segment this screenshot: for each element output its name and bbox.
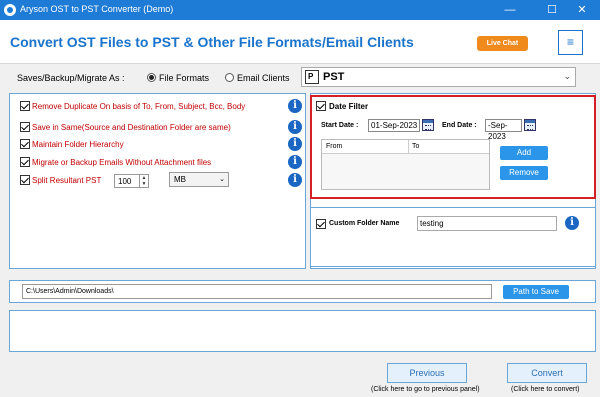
previous-button[interactable]: Previous: [387, 363, 467, 383]
remove-date-button[interactable]: Remove: [500, 166, 548, 180]
end-date-input[interactable]: -Sep-2023: [485, 119, 522, 141]
date-filter-label: Date Filter: [329, 102, 369, 111]
custom-folder-checkbox[interactable]: [316, 219, 326, 229]
info-icon[interactable]: i: [565, 216, 579, 230]
date-filter-checkbox[interactable]: [316, 101, 326, 111]
minimize-button[interactable]: —: [492, 0, 528, 20]
file-formats-label: File Formats: [159, 73, 210, 83]
app-header: Convert OST Files to PST & Other File Fo…: [0, 20, 600, 64]
stepper-arrows-icon[interactable]: ▲ ▼: [139, 175, 148, 187]
split-pst-label: Split Resultant PST: [32, 176, 102, 185]
app-logo-icon: [4, 4, 16, 16]
start-date-input[interactable]: 01-Sep-2023: [368, 119, 420, 132]
destination-path-input[interactable]: C:\Users\Admin\Downloads\: [22, 284, 492, 299]
without-attachment-label: Migrate or Backup Emails Without Attachm…: [32, 158, 212, 167]
info-icon[interactable]: i: [288, 99, 302, 113]
from-column-header: From: [326, 143, 343, 150]
convert-button[interactable]: Convert: [507, 363, 587, 383]
window-title: Aryson OST to PST Converter (Demo): [20, 4, 174, 14]
custom-folder-input[interactable]: testing: [417, 216, 557, 231]
info-icon[interactable]: i: [288, 137, 302, 151]
split-unit-dropdown[interactable]: MB ⌄: [169, 172, 229, 187]
custom-folder-label: Custom Folder Name: [329, 220, 400, 227]
without-attachment-checkbox[interactable]: [20, 157, 30, 167]
page-heading: Convert OST Files to PST & Other File Fo…: [10, 34, 414, 50]
start-date-label: Start Date :: [321, 122, 359, 129]
date-range-header: From To: [322, 140, 489, 154]
chevron-down-icon: ⌄: [219, 176, 225, 183]
path-to-save-button[interactable]: Path to Save: [503, 285, 569, 299]
info-icon[interactable]: i: [288, 155, 302, 169]
remove-duplicate-checkbox[interactable]: [20, 101, 30, 111]
info-icon[interactable]: i: [288, 173, 302, 187]
menu-button[interactable]: ≡: [558, 30, 583, 55]
to-column-header: To: [408, 140, 419, 154]
format-value: PST: [323, 71, 345, 83]
close-button[interactable]: ✕: [564, 0, 600, 20]
end-date-label: End Date :: [442, 122, 477, 129]
split-unit-value: MB: [174, 175, 186, 184]
hamburger-icon: ≡: [566, 35, 574, 49]
split-size-stepper[interactable]: 100 ▲ ▼: [114, 174, 149, 188]
previous-hint: (Click here to go to previous panel): [371, 386, 480, 393]
split-size-value: 100: [118, 177, 132, 186]
maintain-hierarchy-label: Maintain Folder Hierarchy: [32, 140, 124, 149]
save-same-label: Save in Same(Source and Destination Fold…: [32, 123, 231, 132]
pst-file-icon: [305, 70, 319, 84]
email-clients-label: Email Clients: [237, 73, 290, 83]
saves-label: Saves/Backup/Migrate As :: [17, 73, 125, 83]
format-dropdown[interactable]: PST ⌄: [301, 67, 576, 87]
calendar-icon[interactable]: [422, 119, 434, 131]
file-formats-radio[interactable]: [147, 73, 156, 82]
calendar-icon[interactable]: [524, 119, 536, 131]
info-icon[interactable]: i: [288, 120, 302, 134]
date-range-list[interactable]: From To: [321, 139, 490, 190]
save-same-checkbox[interactable]: [20, 122, 30, 132]
chevron-down-icon: ⌄: [563, 71, 571, 81]
live-chat-button[interactable]: Live Chat: [477, 36, 528, 51]
convert-hint: (Click here to convert): [511, 386, 580, 393]
log-panel: [9, 310, 596, 352]
remove-duplicate-label: Remove Duplicate On basis of To, From, S…: [32, 102, 246, 111]
add-date-button[interactable]: Add: [500, 146, 548, 160]
email-clients-radio[interactable]: [225, 73, 234, 82]
split-pst-checkbox[interactable]: [20, 175, 30, 185]
maintain-hierarchy-checkbox[interactable]: [20, 139, 30, 149]
title-bar: Aryson OST to PST Converter (Demo) — ☐ ✕: [0, 0, 600, 20]
